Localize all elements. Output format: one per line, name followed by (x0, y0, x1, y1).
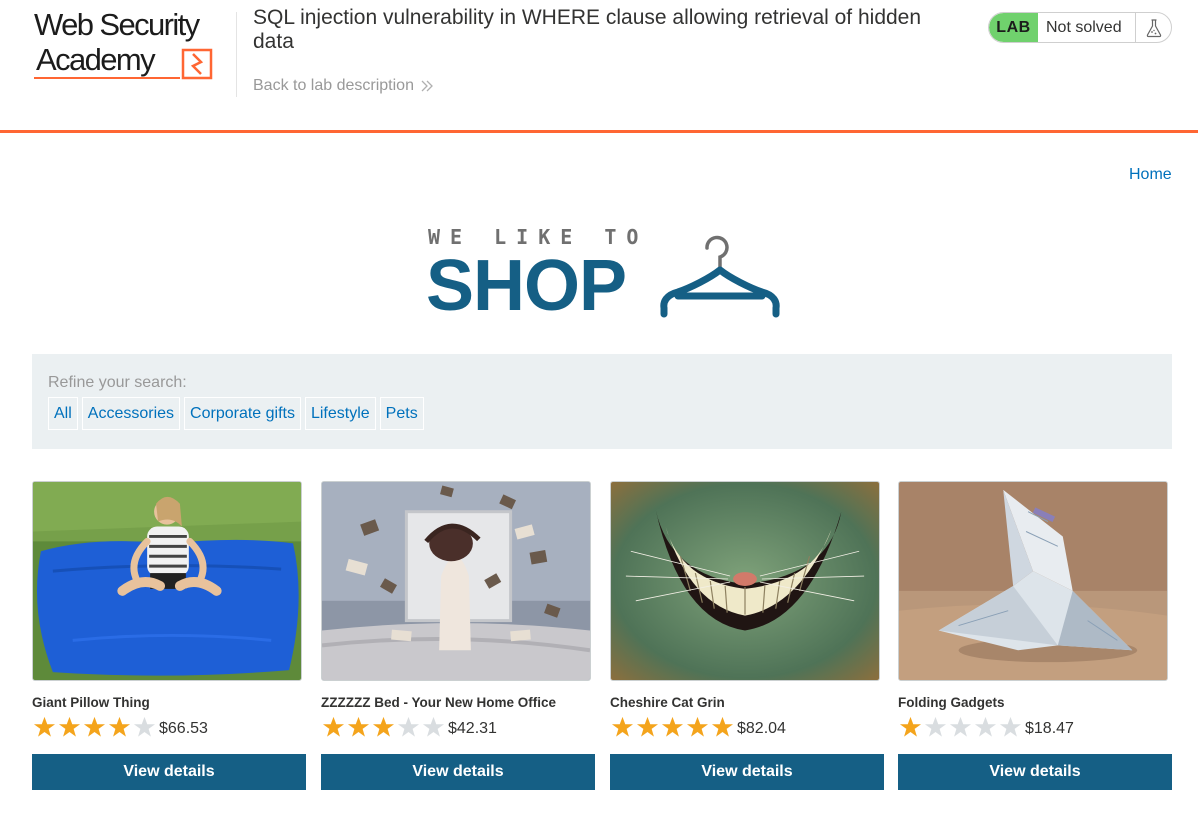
zzzzzz-bed-image (322, 482, 590, 680)
logo-line2: Academy (36, 42, 156, 77)
product-image-cheshire-cat-grin (610, 481, 880, 681)
product-image-zzzzzz-bed (321, 481, 591, 681)
product-card: Giant Pillow Thing $66.53 View details (32, 481, 306, 791)
shop-banner: WE LIKE TO SHOP (426, 222, 786, 322)
cheshire-cat-grin-image (611, 482, 879, 680)
star-icon (661, 716, 684, 737)
product-card: Cheshire Cat Grin $82.04 View details (610, 481, 884, 791)
filter-tag-all[interactable]: All (48, 397, 78, 430)
filter-tag-pets[interactable]: Pets (379, 397, 424, 430)
product-price: $66.53 (159, 719, 208, 737)
star-icon (347, 716, 370, 737)
star-icon (33, 716, 56, 737)
filter-tag-corporate-gifts[interactable]: Corporate gifts (184, 397, 301, 430)
banner-title: SHOP (426, 246, 627, 326)
star-icon (372, 716, 395, 737)
header-divider (236, 12, 237, 97)
star-icon (899, 716, 922, 737)
logo-underline (34, 77, 180, 79)
view-details-button[interactable]: View details (321, 754, 595, 790)
star-icon (636, 716, 659, 737)
star-icon (322, 716, 345, 737)
star-icon (711, 716, 734, 737)
filter-tag-list: All Accessories Corporate gifts Lifestyl… (48, 397, 424, 430)
search-filter-panel: Refine your search: All Accessories Corp… (32, 354, 1172, 449)
product-rating: $66.53 (32, 716, 208, 738)
lab-status-widget: LAB Not solved (988, 12, 1172, 43)
web-security-academy-logo[interactable]: Web Security Academy (34, 8, 234, 83)
star-icon (133, 716, 156, 737)
product-card: Folding Gadgets $18.47 View details (898, 481, 1172, 791)
star-icon (611, 716, 634, 737)
view-details-button[interactable]: View details (32, 754, 306, 790)
product-image-folding-gadgets (898, 481, 1168, 681)
filter-label: Refine your search: (48, 374, 187, 391)
product-price: $42.31 (448, 719, 497, 737)
filter-tag-lifestyle[interactable]: Lifestyle (304, 397, 376, 430)
giant-pillow-image (33, 482, 301, 680)
product-name: Cheshire Cat Grin (610, 695, 725, 710)
product-rating: $18.47 (898, 716, 1074, 738)
logo-line1: Web Security (34, 7, 200, 42)
product-image-giant-pillow (32, 481, 302, 681)
lab-badge: LAB (989, 13, 1038, 42)
product-name: ZZZZZZ Bed - Your New Home Office (321, 695, 557, 710)
filter-tag-accessories[interactable]: Accessories (81, 397, 181, 430)
back-to-lab-description-link[interactable]: Back to lab description (253, 77, 434, 95)
star-icon (422, 716, 445, 737)
star-icon (108, 716, 131, 737)
lab-status-text: Not solved (1046, 18, 1122, 36)
lab-flask-button[interactable] (1135, 13, 1171, 42)
product-card: ZZZZZZ Bed - Your New Home Office $42.31… (321, 481, 595, 791)
product-rating: $42.31 (321, 716, 497, 738)
product-name: Folding Gadgets (898, 695, 1005, 710)
star-icon (924, 716, 947, 737)
product-rating: $82.04 (610, 716, 786, 738)
folding-gadgets-image (899, 482, 1167, 680)
home-link[interactable]: Home (1129, 166, 1172, 184)
lab-title: SQL injection vulnerability in WHERE cla… (253, 6, 922, 53)
star-icon (686, 716, 709, 737)
product-price: $18.47 (1025, 719, 1074, 737)
double-chevron-right-icon (421, 80, 433, 92)
star-icon (974, 716, 997, 737)
star-icon (999, 716, 1022, 737)
clothes-hanger-icon (660, 235, 780, 318)
view-details-button[interactable]: View details (898, 754, 1172, 790)
view-details-button[interactable]: View details (610, 754, 884, 790)
flask-icon (1146, 18, 1161, 37)
star-icon (949, 716, 972, 737)
product-name: Giant Pillow Thing (32, 695, 150, 710)
academy-logo-mark-icon (181, 48, 213, 80)
back-link-label: Back to lab description (253, 77, 414, 94)
star-icon (83, 716, 106, 737)
academy-header: Web Security Academy SQL injection vulne… (0, 0, 1198, 133)
star-icon (397, 716, 420, 737)
star-icon (58, 716, 81, 737)
product-price: $82.04 (737, 719, 786, 737)
